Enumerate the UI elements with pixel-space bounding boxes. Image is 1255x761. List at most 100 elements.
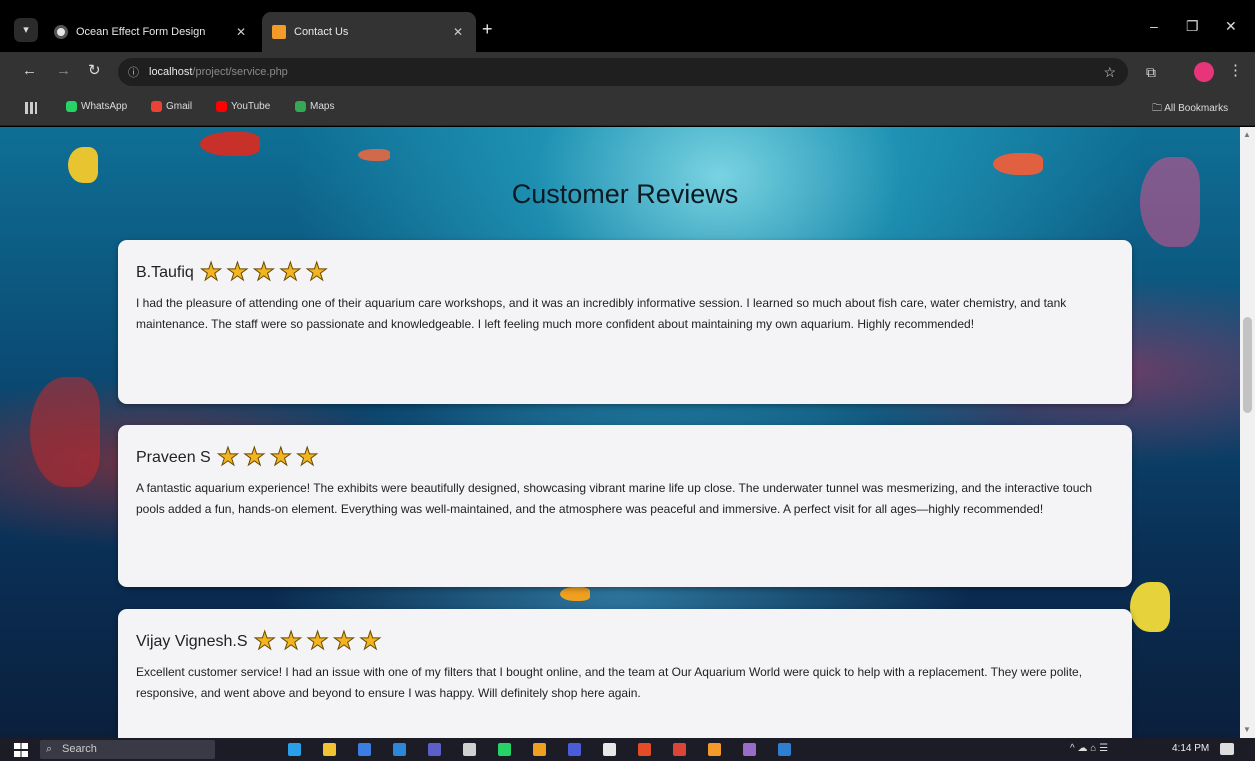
back-icon[interactable]: ← (22, 62, 37, 80)
site-info-icon[interactable]: ⓘ (128, 64, 139, 80)
review-card: Praveen S ★ ★ ★ ★ A fantastic aquarium e… (118, 425, 1132, 587)
restore-button[interactable]: ❐ (1186, 18, 1199, 35)
taskbar-app-icon[interactable] (778, 743, 791, 756)
fish-decoration (560, 587, 590, 601)
windows-start-icon[interactable] (14, 743, 28, 757)
youtube-icon (216, 101, 227, 112)
taskbar-app-icon[interactable] (708, 743, 721, 756)
url-path: /project/service.php (192, 66, 288, 78)
star-rating: ★ ★ ★ ★ (216, 443, 323, 471)
page-viewport: Customer Reviews B.Taufiq ★ ★ ★ ★ ★ I ha… (0, 127, 1240, 738)
star-icon: ★ (279, 258, 302, 286)
taskbar-app-icon[interactable] (288, 743, 301, 756)
all-bookmarks-button[interactable]: 🗀 All Bookmarks (1152, 101, 1228, 118)
bookmark-label: Maps (310, 101, 335, 112)
star-icon: ★ (226, 258, 249, 286)
star-icon: ★ (269, 443, 292, 471)
fish-decoration (993, 153, 1043, 175)
reviewer-name: Praveen S (136, 448, 211, 466)
search-placeholder: Search (62, 743, 97, 755)
taskbar-app-icon[interactable] (743, 743, 756, 756)
globe-icon (54, 25, 68, 39)
star-icon: ★ (253, 627, 276, 655)
system-tray-icons[interactable]: ^ ☁ ⌂ ☰ (1070, 743, 1108, 754)
star-icon: ★ (359, 627, 382, 655)
tab-strip: ▾ Ocean Effect Form Design ✕ Contact Us … (0, 0, 1255, 52)
star-icon: ★ (305, 258, 328, 286)
forward-icon[interactable]: → (56, 62, 71, 80)
review-text: A fantastic aquarium experience! The exh… (136, 481, 1093, 516)
bookmark-label: Gmail (166, 101, 193, 112)
review-header: Praveen S ★ ★ ★ ★ (136, 443, 1114, 471)
taskbar-app-icon[interactable] (498, 743, 511, 756)
close-icon[interactable]: ✕ (450, 25, 466, 39)
star-icon: ★ (279, 627, 303, 655)
all-bookmarks-label: All Bookmarks (1164, 103, 1229, 114)
taskbar-app-icon[interactable] (323, 743, 336, 756)
search-icon: ⌕ (46, 743, 53, 755)
taskbar-app-icon[interactable] (603, 743, 616, 756)
star-rating: ★ ★ ★ ★ ★ (199, 258, 332, 286)
taskbar-app-icon[interactable] (463, 743, 476, 756)
taskbar-app-icon[interactable] (638, 743, 651, 756)
bookmark-gmail[interactable]: Gmail (151, 101, 192, 112)
taskbar-app-icon[interactable] (428, 743, 441, 756)
review-header: Vijay Vignesh.S ★ ★ ★ ★ ★ (136, 627, 1114, 655)
taskbar-app-icon[interactable] (358, 743, 371, 756)
scroll-down-icon[interactable]: ▼ (1243, 725, 1251, 734)
apps-grid-icon[interactable] (25, 102, 37, 114)
taskbar-search-input[interactable]: ⌕ Search (40, 740, 215, 759)
extensions-icon[interactable]: ⧉ (1146, 64, 1156, 81)
tab-contact-us[interactable]: Contact Us ✕ (262, 12, 476, 52)
star-icon: ★ (216, 443, 240, 471)
star-icon: ★ (252, 258, 276, 286)
close-icon[interactable]: ✕ (233, 25, 249, 39)
taskbar-app-icon[interactable] (393, 743, 406, 756)
taskbar-app-icon[interactable] (673, 743, 686, 756)
notification-icon[interactable] (1220, 743, 1234, 755)
windows-taskbar: ⌕ Search ^ ☁ ⌂ ☰ 4:14 PM (0, 738, 1255, 761)
taskbar-app-icon[interactable] (533, 743, 546, 756)
bookmark-whatsapp[interactable]: WhatsApp (66, 101, 127, 112)
review-card: B.Taufiq ★ ★ ★ ★ ★ I had the pleasure of… (118, 240, 1132, 404)
review-text: I had the pleasure of attending one of t… (136, 296, 1067, 331)
bookmark-maps[interactable]: Maps (295, 101, 334, 112)
tab-title: Ocean Effect Form Design (76, 26, 206, 38)
page-title: Customer Reviews (511, 179, 739, 209)
whatsapp-icon (66, 101, 77, 112)
taskbar-app-icon[interactable] (568, 743, 581, 756)
tab-search-button[interactable]: ▾ (14, 18, 38, 42)
bookmark-label: WhatsApp (81, 101, 128, 112)
taskbar-clock[interactable]: 4:14 PM (1172, 743, 1209, 754)
gmail-icon (151, 101, 162, 112)
page-favicon-icon (272, 25, 286, 39)
reload-icon[interactable]: ↻ (88, 62, 101, 80)
bookmark-label: YouTube (231, 101, 271, 112)
tab-ocean-effect[interactable]: Ocean Effect Form Design ✕ (44, 12, 259, 52)
address-bar[interactable]: ⓘ localhost /project/service.php ☆ (118, 58, 1128, 86)
fish-decoration (68, 147, 98, 183)
bookmark-youtube[interactable]: YouTube (216, 101, 270, 112)
menu-kebab-icon[interactable]: ⋮ (1228, 61, 1243, 79)
star-icon: ★ (306, 627, 329, 655)
coral-decoration (30, 377, 100, 487)
fish-decoration (1130, 582, 1170, 632)
bookmark-star-icon[interactable]: ☆ (1103, 64, 1116, 81)
tab-title: Contact Us (294, 26, 349, 38)
profile-avatar[interactable] (1194, 62, 1214, 82)
new-tab-button[interactable]: + (482, 20, 493, 38)
fish-decoration (200, 132, 260, 156)
minimize-button[interactable]: – (1150, 18, 1158, 34)
browser-toolbar: ← → ↻ ⓘ localhost /project/service.php ☆… (0, 52, 1255, 92)
scroll-up-icon[interactable]: ▲ (1243, 130, 1251, 139)
scroll-thumb[interactable] (1243, 317, 1252, 413)
star-rating: ★ ★ ★ ★ ★ (253, 627, 385, 655)
review-text: Excellent customer service! I had an iss… (136, 665, 1083, 700)
fish-decoration (358, 149, 390, 161)
page-scrollbar[interactable]: ▲ ▼ (1240, 127, 1255, 738)
close-window-button[interactable]: ✕ (1225, 18, 1237, 35)
url-host: localhost (149, 66, 193, 78)
reviewer-name: B.Taufiq (136, 263, 194, 281)
star-icon: ★ (332, 627, 356, 655)
reviewer-name: Vijay Vignesh.S (136, 632, 248, 650)
